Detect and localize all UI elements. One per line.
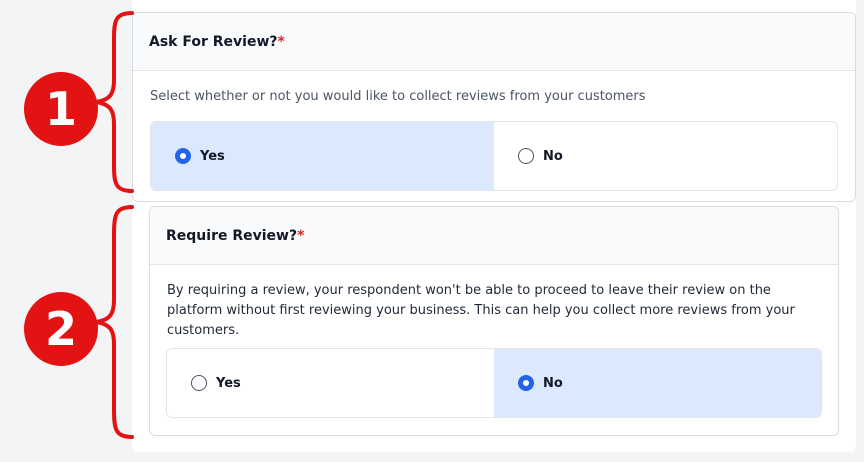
ask-review-header: Ask For Review? * <box>133 13 855 71</box>
require-review-title: Require Review? <box>166 227 298 244</box>
radio-selected-icon[interactable] <box>518 375 534 391</box>
ask-review-title: Ask For Review? <box>149 33 278 50</box>
ask-review-description: Select whether or not you would like to … <box>150 89 646 104</box>
option-label: Yes <box>200 148 225 164</box>
require-review-option-no[interactable]: No <box>494 349 821 417</box>
radio-selected-icon[interactable] <box>175 148 191 164</box>
radio-unselected-icon[interactable] <box>518 148 534 164</box>
ask-review-option-no[interactable]: No <box>494 122 837 190</box>
ask-review-option-yes[interactable]: Yes <box>151 122 494 190</box>
required-asterisk: * <box>297 227 305 244</box>
require-review-header: Require Review? * <box>150 207 838 265</box>
option-label: No <box>543 148 563 164</box>
required-asterisk: * <box>277 33 285 50</box>
require-review-options: Yes No <box>166 348 822 418</box>
option-label: Yes <box>216 375 241 391</box>
option-label: No <box>543 375 563 391</box>
require-review-description: By requiring a review, your respondent w… <box>167 283 795 338</box>
require-review-option-yes[interactable]: Yes <box>167 349 494 417</box>
annotation-badge-1: 1 <box>24 72 98 146</box>
radio-unselected-icon[interactable] <box>191 375 207 391</box>
annotation-badge-2: 2 <box>24 292 98 366</box>
ask-review-options: Yes No <box>150 121 838 191</box>
